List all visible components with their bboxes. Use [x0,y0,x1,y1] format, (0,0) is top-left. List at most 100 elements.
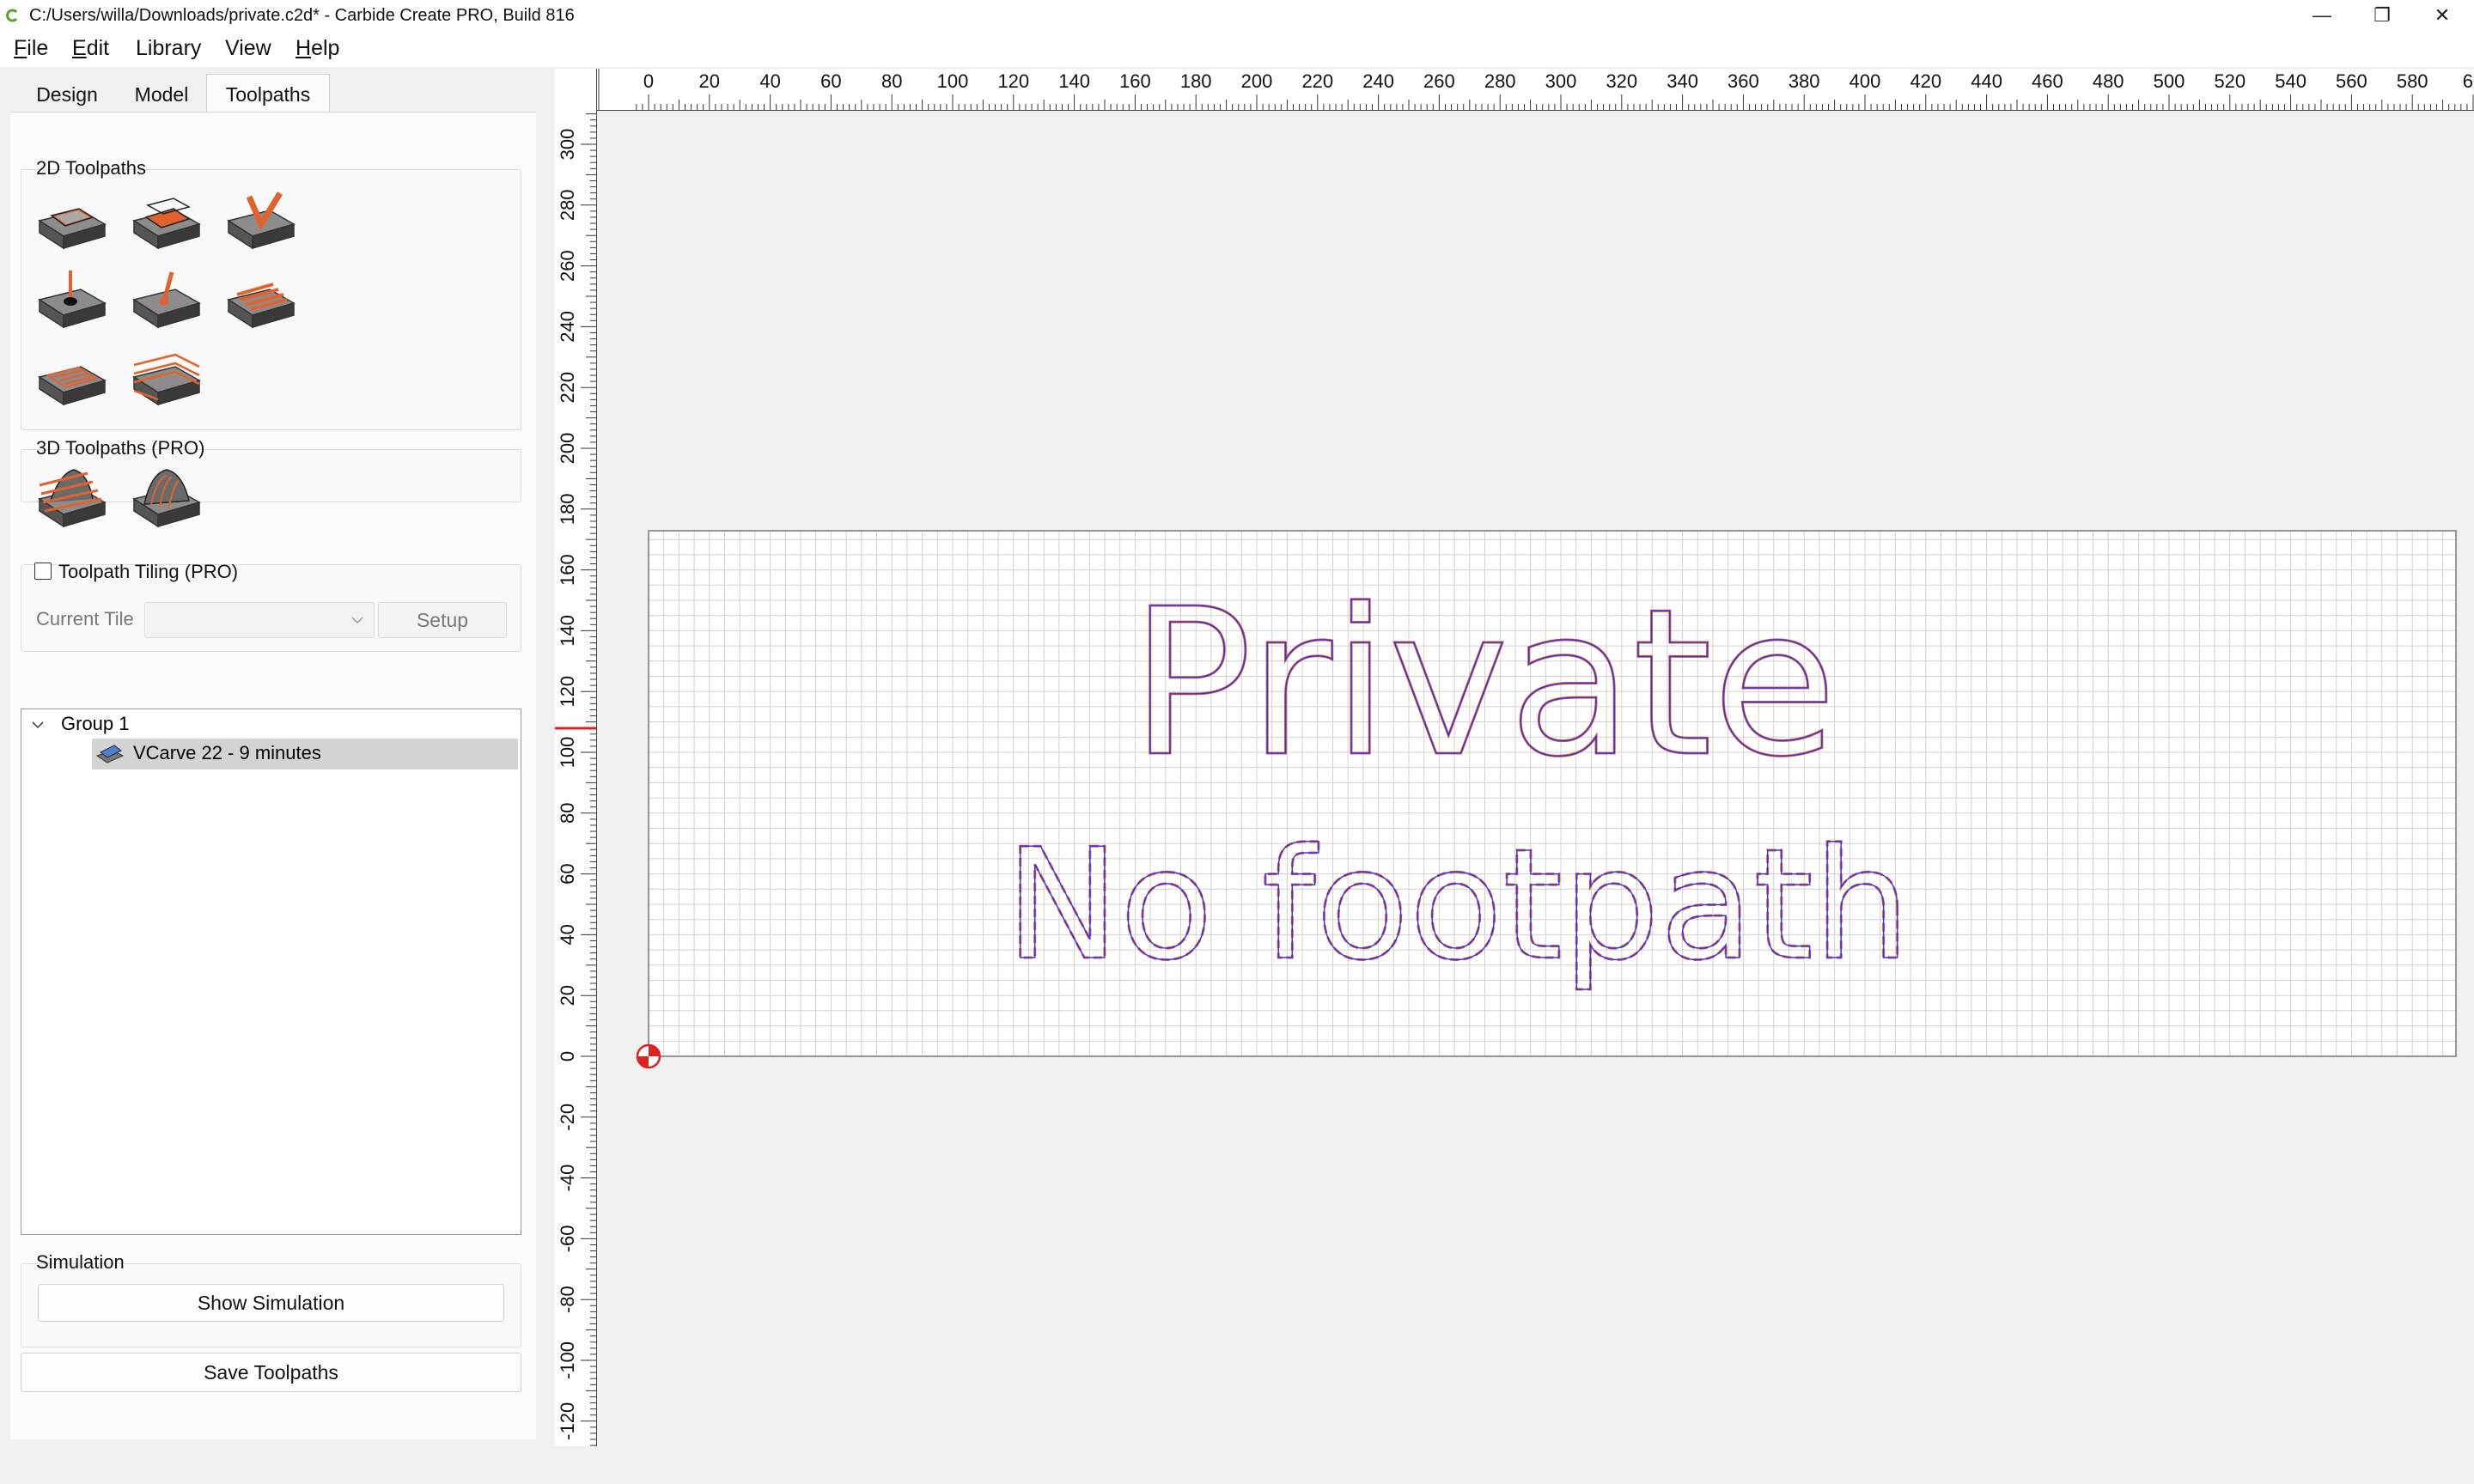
ruler-x-label: 80 [881,70,902,92]
ruler-x-label: 140 [1058,70,1090,92]
ruler-y-label: 20 [557,985,578,1006]
ruler-y-label: -120 [557,1402,578,1440]
pocket-toolpath-icon[interactable] [131,190,203,258]
ruler-y-label: 80 [557,803,578,824]
ruler-x-label: 60 [2463,70,2474,92]
ruler-x-label: 0 [643,70,654,92]
texture-toolpath-icon[interactable] [225,269,297,338]
ruler-y-label: 300 [557,129,578,161]
tab-design[interactable]: Design [17,77,117,112]
close-button[interactable]: ✕ [2412,0,2472,31]
ruler-y-label: -40 [557,1165,578,1192]
origin-marker-icon [636,1043,661,1069]
tiling-checkbox[interactable] [34,563,52,580]
menu-help[interactable]: Help [296,36,339,61]
chevron-down-icon [351,617,363,624]
ruler-x-label: 60 [820,70,841,92]
current-tile-select[interactable] [144,602,375,638]
ruler-x-label: 420 [1910,70,1941,92]
ruler-y-label: 60 [557,863,578,884]
ruler-x-label: 260 [1423,70,1455,92]
restore-icon: ❐ [2373,4,2391,26]
tree-item-label: VCarve 22 - 9 minutes [133,742,321,763]
vcarve-item-icon [95,745,125,763]
restore-button[interactable]: ❐ [2352,0,2412,31]
menu-edit[interactable]: Edit [72,36,109,61]
ruler-horizontal: 0 20 40 60 80 100 120 140 160 180 200 220 240 260 280 3… [555,69,2474,111]
simulation-title: Simulation [36,1251,125,1273]
menu-view[interactable]: View [225,36,271,61]
ruler-y-label: 120 [557,676,578,708]
menu-file[interactable]: File [14,36,48,61]
show-simulation-button[interactable]: Show Simulation [38,1284,504,1322]
ruler-y-label: 200 [557,433,578,465]
ruler-x-label: 120 [997,70,1029,92]
ruler-x-label: 340 [1667,70,1698,92]
expand-chevron-icon[interactable] [32,721,44,729]
toolpaths-tab-page: 2D Toolpaths 3D Toolpaths (PRO) Toolpath… [10,112,536,1439]
ruler-y-label: 140 [557,615,578,647]
ruler-x-label: 360 [1728,70,1759,92]
minimize-button[interactable]: — [2292,0,2352,31]
ruler-x-label: 400 [1849,70,1881,92]
ruler-y-label: 40 [557,924,578,945]
ruler-x-label: 100 [937,70,969,92]
ruler-x-label: 380 [1788,70,1820,92]
advanced-drill-toolpath-icon[interactable] [131,269,203,338]
ruler-y-label: 160 [557,554,578,586]
vcarve-toolpath-icon[interactable] [225,190,297,258]
ruler-x-label: 480 [2093,70,2124,92]
ruler-x-label: 320 [1606,70,1637,92]
flatten-toolpath-icon[interactable] [36,346,108,415]
ruler-vertical: 3002802602402202001801601401201008060402… [555,69,597,1446]
title-bar: C:/Users/willa/Downloads/private.c2d* - … [0,0,2474,31]
ruler-y-label: -80 [557,1286,578,1313]
canvas-drawing: Private Private No footpath No footpath [636,530,2457,1069]
ruler-x-label: 560 [2336,70,2367,92]
ruler-x-label: 20 [699,70,720,92]
window-title: C:/Users/willa/Downloads/private.c2d* - … [29,6,575,25]
ruler-x-label: 180 [1180,70,1212,92]
3d-rough-toolpath-icon[interactable] [36,468,108,537]
carbide-logo-icon [6,9,18,22]
ruler-x-label: 220 [1301,70,1333,92]
toolpath-tree: Group 1 VCarve 22 - 9 minutes [21,709,521,1235]
ruler-x-label: 200 [1241,70,1273,92]
ruler-y-label: -100 [557,1341,578,1379]
ruler-x-label: 460 [2032,70,2063,92]
ruler-x-label: 540 [2275,70,2306,92]
tiling-label: Toolpath Tiling (PRO) [58,561,239,582]
ruler-y-label: 280 [557,189,578,221]
tree-group-label[interactable]: Group 1 [61,713,130,735]
ruler-x-label: 580 [2397,70,2428,92]
ruler-y-label: -60 [557,1226,578,1253]
ruler-x-label: 280 [1484,70,1516,92]
ruler-x-label: 160 [1119,70,1151,92]
ruler-y-label: 220 [557,372,578,404]
ruler-y-label: 260 [557,250,578,282]
menu-bar: File Edit Library View Help [0,31,2474,67]
ruler-y-label: 0 [557,1051,578,1061]
toolpaths-2d-title: 2D Toolpaths [36,157,147,179]
drill-toolpath-icon[interactable] [36,269,108,338]
contour-toolpath-icon[interactable] [36,190,108,258]
menu-library[interactable]: Library [136,36,201,61]
ruler-x-label: 40 [759,70,780,92]
design-canvas[interactable]: Private Private No footpath No footpath [597,111,2474,1447]
multi-depth-toolpath-icon[interactable] [131,346,203,415]
ruler-x-label: 300 [1545,70,1577,92]
tab-toolpaths[interactable]: Toolpaths [206,74,330,114]
left-panel: Design Model Toolpaths 2D Toolpaths 3D T… [10,69,536,1439]
tree-item-vcarve[interactable]: VCarve 22 - 9 minutes [92,739,518,769]
ruler-corner [555,69,596,110]
3d-finish-toolpath-icon[interactable] [131,468,203,537]
ruler-y-label: 100 [557,737,578,769]
vector-text-private[interactable]: Private [1130,564,1837,802]
save-toolpaths-button[interactable]: Save Toolpaths [21,1353,521,1392]
close-icon: ✕ [2434,4,2451,26]
minimize-icon: — [2313,4,2331,26]
setup-button[interactable]: Setup [378,602,507,638]
tab-model[interactable]: Model [117,77,206,112]
vector-text-no-footpath[interactable]: No footpath [1004,815,1910,994]
toolpaths-3d-title: 3D Toolpaths (PRO) [36,437,205,459]
